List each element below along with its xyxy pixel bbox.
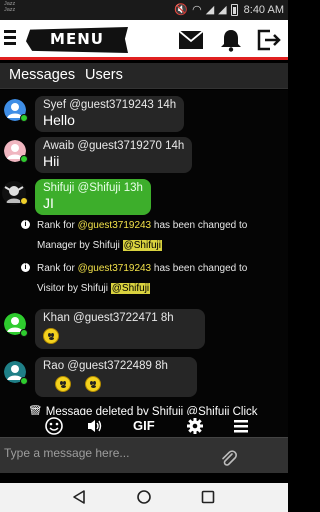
deleted-notice: 🗑 Message deleted by Shifuji @Shifuji Cl…	[28, 406, 258, 415]
online-indicator	[20, 114, 28, 122]
system-text: Rank for	[37, 263, 78, 274]
carrier-label: Jazz Jazz	[4, 1, 26, 13]
mute-icon: 🔇	[174, 4, 189, 16]
recent-apps-icon[interactable]	[200, 489, 216, 505]
system-text: Manager by Shifuji	[37, 240, 123, 251]
status-icons: 🔇 ◠ ◢ ◢ 8:40 AM	[174, 3, 284, 16]
tab-users[interactable]: Users	[85, 67, 123, 83]
list-icon[interactable]	[233, 417, 249, 435]
status-bar: Jazz Jazz 🔇 ◠ ◢ ◢ 8:40 AM	[0, 0, 288, 20]
message-sender: Syef @guest3719243 14h	[43, 99, 177, 111]
chat-toolbar: GIF	[0, 415, 288, 437]
sound-icon[interactable]	[86, 417, 104, 435]
signal-2-icon: ◢	[218, 4, 227, 16]
back-icon[interactable]	[71, 489, 87, 505]
emoji-icon	[43, 328, 59, 345]
signal-icon: ◢	[205, 4, 215, 16]
emoji-icon[interactable]	[45, 417, 63, 435]
list-item: Shifuji @Shifuji 13h JI	[0, 178, 288, 215]
system-text: has been changed to	[151, 263, 248, 274]
list-item: Syef @guest3719243 14h Hello	[0, 94, 288, 132]
message-sender: Khan @guest3722471 8h	[43, 312, 174, 324]
user-link[interactable]: @guest3719243	[78, 263, 152, 274]
message-sender: Shifuji @Shifuji 13h	[43, 182, 143, 194]
message-sender: Awaib @guest3719270 14h	[43, 140, 185, 152]
system-message: i Rank for @guest3719243 has been change…	[0, 259, 288, 299]
actor-link[interactable]: @Shifuji	[122, 240, 162, 251]
menu-logo-text: MENU	[50, 30, 104, 48]
list-item: Rao @guest3722489 8h	[0, 355, 288, 399]
online-indicator	[20, 377, 28, 385]
gear-icon[interactable]	[186, 417, 204, 435]
battery-icon	[230, 3, 238, 16]
hamburger-icon[interactable]	[4, 30, 16, 46]
message-input[interactable]	[4, 442, 214, 464]
message-sender: Rao @guest3722489 8h	[43, 360, 168, 372]
home-icon[interactable]	[136, 489, 152, 505]
message-text: JI	[43, 195, 54, 211]
bell-icon[interactable]	[218, 28, 244, 52]
online-indicator	[20, 155, 28, 163]
message-text: Hii	[43, 153, 60, 169]
composer	[0, 437, 288, 473]
user-link[interactable]: @guest3719243	[78, 220, 152, 231]
system-message: i Rank for @guest3719243 has been change…	[0, 216, 288, 256]
paperclip-icon[interactable]	[220, 450, 238, 468]
app-bar: MENU	[0, 20, 288, 60]
actor-link[interactable]: @Shifuji	[110, 283, 151, 294]
info-icon: i	[21, 263, 30, 272]
system-text: has been changed to	[151, 220, 248, 231]
status-indicator	[20, 197, 28, 205]
system-nav-bar	[0, 483, 288, 512]
logout-icon[interactable]	[256, 28, 282, 52]
message-bubble: Khan @guest3722471 8h	[35, 309, 205, 349]
message-list[interactable]: Syef @guest3719243 14h Hello Awaib @gues…	[0, 90, 288, 415]
emoji-icon	[84, 376, 101, 393]
system-text: Rank for	[37, 220, 78, 231]
list-item: Khan @guest3722471 8h	[0, 308, 288, 349]
tab-messages[interactable]: Messages	[9, 67, 75, 83]
message-bubble: Syef @guest3719243 14h Hello	[35, 96, 185, 132]
message-bubble: Awaib @guest3719270 14h Hii	[35, 137, 193, 173]
divider	[0, 473, 288, 483]
message-bubble: Rao @guest3722489 8h	[35, 357, 197, 397]
menu-button[interactable]: MENU	[26, 27, 128, 53]
message-emojis	[43, 375, 189, 393]
message-bubble: Shifuji @Shifuji 13h JI	[35, 179, 151, 215]
emoji-icon	[55, 376, 71, 393]
wifi-icon: ◠	[192, 4, 202, 16]
message-text: Hello	[43, 112, 75, 128]
tab-bar: Messages Users	[0, 63, 288, 89]
system-text: Visitor by Shifuji	[37, 283, 111, 294]
info-icon: i	[21, 220, 30, 229]
message-emojis	[43, 327, 197, 345]
list-item: Awaib @guest3719270 14h Hii	[0, 136, 288, 173]
carrier-line-2: Jazz	[4, 7, 16, 13]
online-indicator	[20, 329, 28, 337]
mail-icon[interactable]	[178, 28, 204, 52]
status-time: 8:40 AM	[243, 3, 284, 16]
gif-button[interactable]: GIF	[133, 418, 155, 436]
